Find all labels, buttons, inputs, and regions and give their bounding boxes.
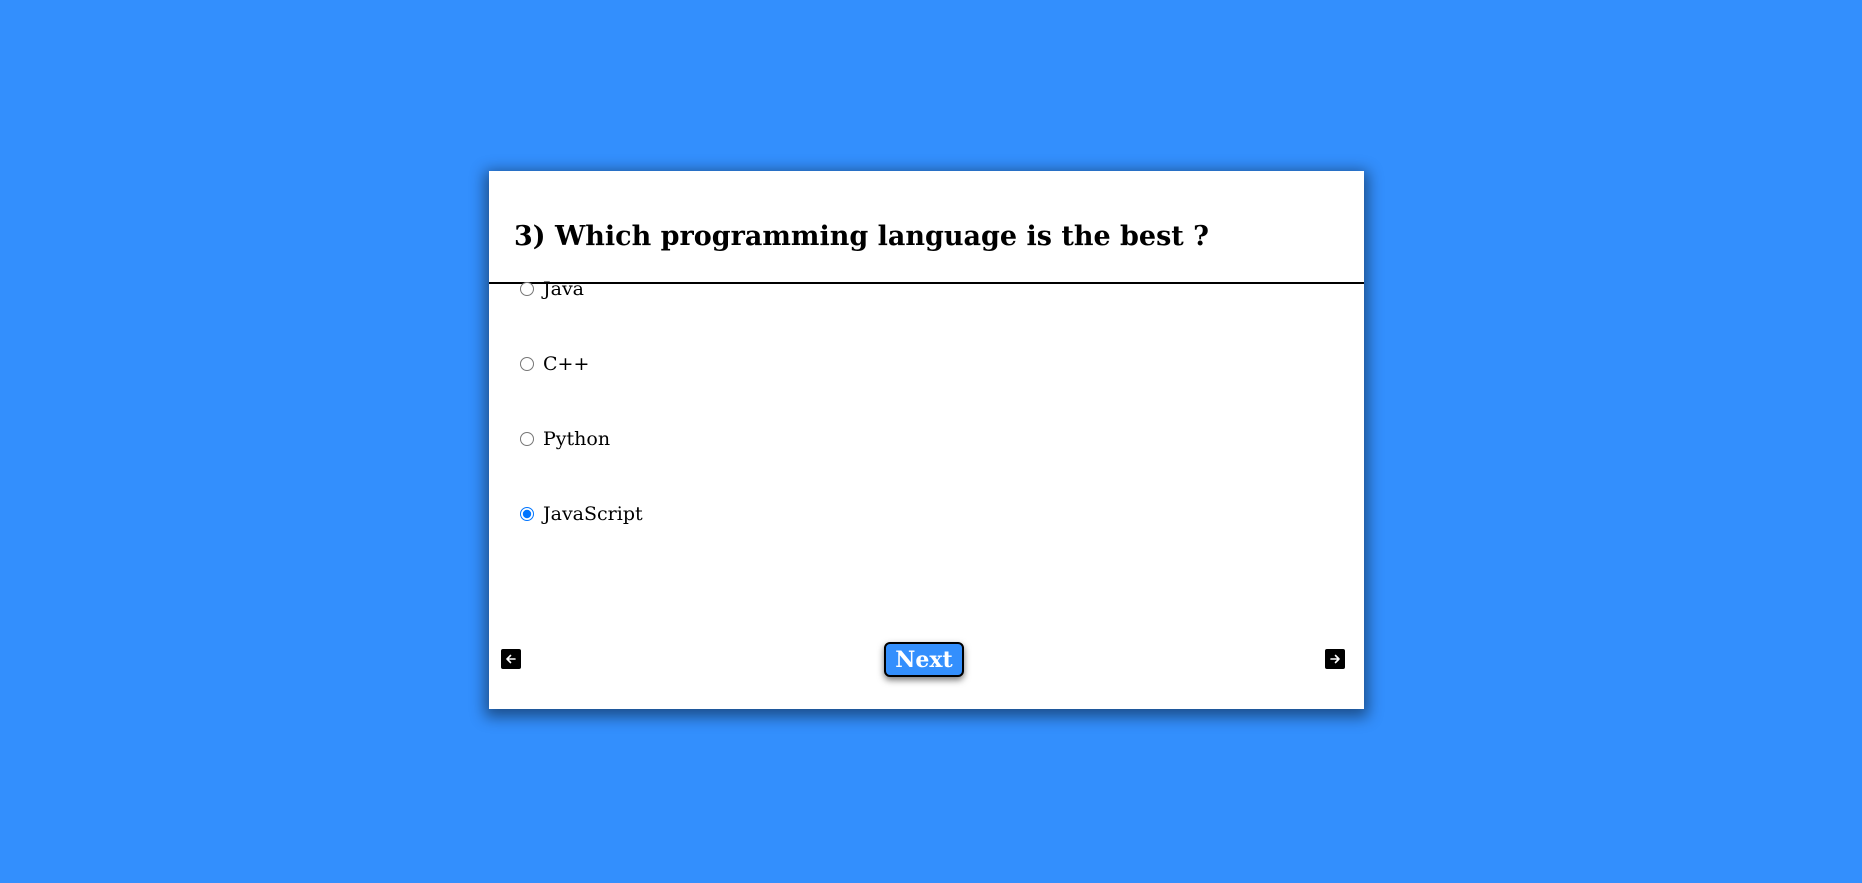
arrow-right-icon	[1330, 654, 1340, 664]
question-title: 3) Which programming language is the bes…	[514, 221, 1209, 252]
arrow-left-icon	[506, 654, 516, 664]
option-python-radio[interactable]	[520, 432, 534, 446]
option-javascript-radio[interactable]	[520, 507, 534, 521]
next-question-arrow-button[interactable]	[1325, 649, 1345, 669]
option-javascript-label: JavaScript	[543, 503, 643, 525]
next-button[interactable]: Next	[884, 642, 964, 677]
option-java-radio[interactable]	[520, 282, 534, 296]
option-cpp-label: C++	[543, 353, 590, 375]
option-java-label: Java	[543, 278, 585, 300]
previous-question-button[interactable]	[501, 649, 521, 669]
option-java[interactable]: Java	[520, 277, 584, 301]
option-python-label: Python	[543, 428, 611, 450]
option-python[interactable]: Python	[520, 427, 610, 451]
question-divider	[489, 282, 1364, 284]
quiz-card: 3) Which programming language is the bes…	[489, 171, 1364, 709]
option-javascript[interactable]: JavaScript	[520, 502, 643, 526]
option-cpp-radio[interactable]	[520, 357, 534, 371]
option-cpp[interactable]: C++	[520, 352, 589, 376]
